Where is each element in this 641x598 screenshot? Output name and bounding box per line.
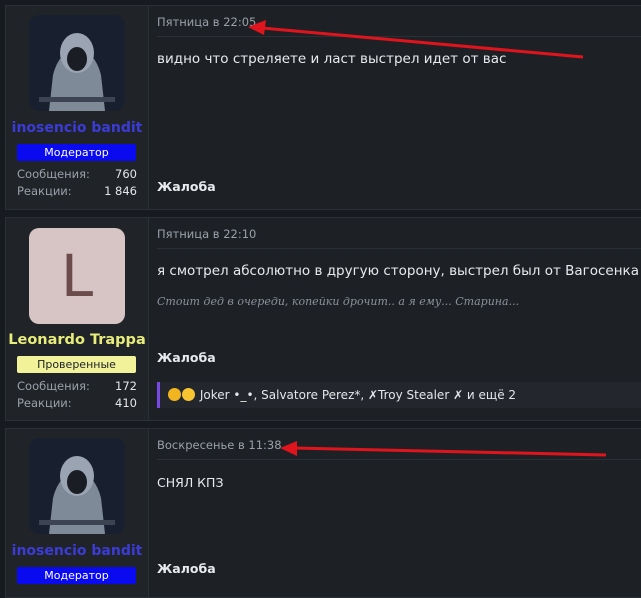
avatar[interactable] <box>29 438 125 534</box>
report-link[interactable]: Жалоба <box>157 561 216 576</box>
role-badge: Модератор <box>17 144 136 161</box>
messages-count[interactable]: 172 <box>115 379 137 393</box>
message-text: видно что стреляете и ласт выстрел идет … <box>157 51 507 67</box>
stat-messages: Сообщения: 760 <box>17 167 137 181</box>
avatar-letter: L <box>60 242 94 310</box>
username[interactable]: inosencio bandit <box>6 120 148 136</box>
stat-reactions: Реакции: 1 846 <box>17 184 137 198</box>
signature: Стоит дед в очереди, копейки дрочит.. а … <box>157 295 520 308</box>
post-body: Воскресенье в 11:38 СНЯЛ КПЗ Жалоба <box>157 429 641 597</box>
message-text: я смотрел абсолютно в другую сторону, вы… <box>157 263 639 279</box>
hooded-figure-icon <box>29 438 125 534</box>
avatar[interactable]: L <box>29 228 125 324</box>
report-link[interactable]: Жалоба <box>157 350 216 365</box>
user-sidebar: L Leonardo Trappa Проверенные Сообщения:… <box>6 218 149 420</box>
post-3: inosencio bandit Модератор Воскресенье в… <box>5 428 641 598</box>
divider <box>157 248 641 249</box>
post-1: inosencio bandit Модератор Сообщения: 76… <box>5 5 641 210</box>
username[interactable]: inosencio bandit <box>6 543 148 559</box>
laughing-icon <box>182 388 195 401</box>
hooded-figure-icon <box>29 15 125 111</box>
reactions-count[interactable]: 410 <box>115 396 137 410</box>
post-date[interactable]: Воскресенье в 11:38 <box>157 438 282 452</box>
post-date[interactable]: Пятница в 22:05 <box>157 15 256 29</box>
reactions-count[interactable]: 1 846 <box>104 184 137 198</box>
stat-reactions: Реакции: 410 <box>17 396 137 410</box>
post-2: L Leonardo Trappa Проверенные Сообщения:… <box>5 217 641 421</box>
avatar[interactable] <box>29 15 125 111</box>
report-link[interactable]: Жалоба <box>157 179 216 194</box>
role-badge: Модератор <box>17 567 136 584</box>
reactions-list[interactable]: Joker •_•, Salvatore Perez*, ✗Troy Steal… <box>200 388 516 402</box>
message-text: СНЯЛ КПЗ <box>157 475 224 490</box>
user-sidebar: inosencio bandit Модератор Сообщения: 76… <box>6 6 149 209</box>
post-body: Пятница в 22:10 я смотрел абсолютно в др… <box>157 218 641 420</box>
messages-count[interactable]: 760 <box>115 167 137 181</box>
reactions-bar[interactable]: Joker •_•, Salvatore Perez*, ✗Troy Steal… <box>157 382 641 408</box>
thumbs-up-icon <box>168 388 181 401</box>
username[interactable]: Leonardo Trappa <box>6 332 148 348</box>
divider <box>157 36 641 37</box>
role-badge: Проверенные <box>17 356 136 373</box>
user-sidebar: inosencio bandit Модератор <box>6 429 149 597</box>
post-date[interactable]: Пятница в 22:10 <box>157 227 256 241</box>
post-body: Пятница в 22:05 видно что стреляете и ла… <box>157 6 641 209</box>
stat-messages: Сообщения: 172 <box>17 379 137 393</box>
divider <box>157 459 641 460</box>
